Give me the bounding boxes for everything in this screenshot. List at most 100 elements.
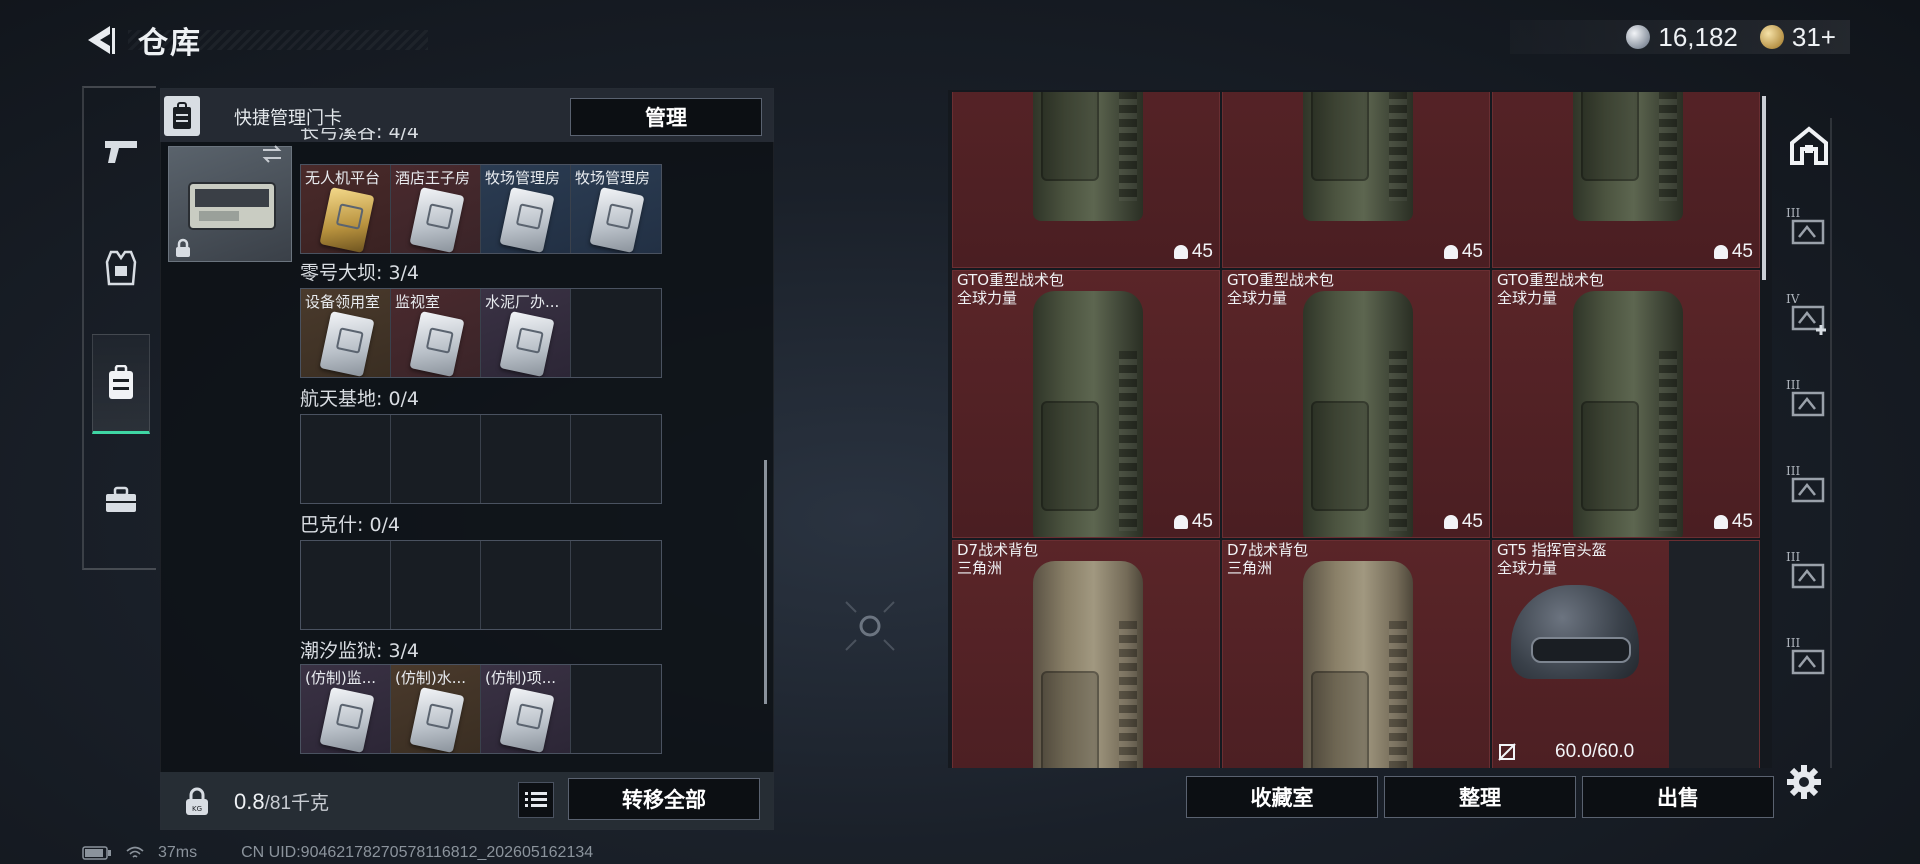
manage-button[interactable]: 管理 <box>570 98 762 136</box>
container-tier-icon <box>1791 649 1825 675</box>
gold-amount: 31+ <box>1791 21 1836 52</box>
nav-tools[interactable] <box>92 450 150 550</box>
keycard-slot[interactable]: 水泥厂办... <box>481 289 571 377</box>
empty-keycard-slot[interactable] <box>571 665 661 753</box>
item-name-line1: GTO重型战术包 <box>957 271 1065 289</box>
keycard-slot[interactable]: (仿制)项... <box>481 665 571 753</box>
container-slot[interactable]: III <box>1786 206 1832 256</box>
container-slot[interactable]: III <box>1786 636 1832 686</box>
backpack-item[interactable]: D7战术背包 三角洲 <box>1222 540 1490 768</box>
weight-value: 0.8 <box>234 789 265 814</box>
capacity-icon <box>1443 515 1458 529</box>
keycard-slot-row <box>300 414 662 504</box>
empty-keycard-slot[interactable] <box>301 541 391 629</box>
capacity-icon <box>1173 515 1188 529</box>
collection-room-button[interactable]: 收藏室 <box>1186 776 1378 818</box>
gold-currency[interactable]: 31+ <box>1759 21 1836 53</box>
swap-icon[interactable] <box>260 142 284 166</box>
keycard-slot[interactable]: 酒店王子房 <box>391 165 481 253</box>
container-slot[interactable]: IV <box>1786 292 1832 342</box>
empty-keycard-slot[interactable] <box>571 541 661 629</box>
container-sidebar: III IV III III III III <box>1772 118 1832 768</box>
capacity-value: 45 <box>1461 241 1483 262</box>
keycard-slot[interactable]: 牧场管理房 <box>571 165 661 253</box>
nav-keycards[interactable] <box>92 334 150 434</box>
backpack-item[interactable]: 45 <box>1222 92 1490 268</box>
container-slot[interactable] <box>1786 122 1832 170</box>
item-capacity: 45 <box>1443 511 1483 533</box>
empty-keycard-slot[interactable] <box>571 415 661 503</box>
item-name: GTO重型战术包 全球力量 <box>1497 271 1604 307</box>
keycard-name: 无人机平台 <box>305 169 381 187</box>
stash-grid: 45 45 45 GTO重型战术包 全球力量 45 GTO重型战术包 全球力量 45 GTO重型战… <box>952 92 1762 768</box>
container-tier-icon <box>1791 477 1825 503</box>
keycard-slot[interactable]: (仿制)监... <box>301 665 391 753</box>
armor-vest-icon <box>105 250 137 286</box>
empty-keycard-slot[interactable] <box>481 541 571 629</box>
keycard-image <box>499 311 555 377</box>
back-button[interactable] <box>80 20 120 60</box>
keycard-slot[interactable]: 牧场管理房 <box>481 165 571 253</box>
durability-icon <box>1498 743 1516 761</box>
panel-title: 快捷管理门卡 <box>234 108 342 129</box>
item-capacity: 45 <box>1713 511 1753 533</box>
list-view-button[interactable] <box>518 782 554 818</box>
section-label: 潮汐监狱: 3/4 <box>300 640 420 662</box>
item-name-line1: GTO重型战术包 <box>1497 271 1605 289</box>
capacity-value: 45 <box>1731 511 1753 532</box>
item-name: GTO重型战术包 全球力量 <box>957 271 1064 307</box>
silver-currency[interactable]: 16,182 <box>1626 22 1738 53</box>
capacity-value: 45 <box>1461 511 1483 532</box>
backpack-item[interactable]: D7战术背包 三角洲 <box>952 540 1220 768</box>
empty-keycard-slot[interactable] <box>391 415 481 503</box>
keycard-slot[interactable]: 设备领用室 <box>301 289 391 377</box>
keycard-slot[interactable]: 无人机平台 <box>301 165 391 253</box>
stash-scrollbar[interactable] <box>1762 96 1766 280</box>
keycard-slot[interactable]: 监视室 <box>391 289 481 377</box>
transfer-all-button[interactable]: 转移全部 <box>568 778 760 820</box>
empty-keycard-slot[interactable] <box>391 541 481 629</box>
item-name-line1: D7战术背包 <box>1227 541 1309 559</box>
tier-label: IV <box>1786 292 1800 306</box>
empty-keycard-slot[interactable] <box>481 415 571 503</box>
nav-weapons[interactable] <box>92 102 150 202</box>
ping-text: 37ms <box>158 844 198 861</box>
item-faction: 全球力量 <box>957 289 1018 307</box>
container-slot[interactable]: III <box>1786 550 1832 600</box>
item-faction: 三角洲 <box>957 559 1003 577</box>
backpack-item[interactable]: 45 <box>1492 92 1760 268</box>
backpack-item[interactable]: GTO重型战术包 全球力量 45 <box>952 270 1220 538</box>
keycard-slot-row: 无人机平台 酒店王子房 牧场管理房 牧场管理房 <box>300 164 662 254</box>
container-slot[interactable]: III <box>1786 464 1832 514</box>
keycard-image <box>499 687 555 753</box>
keycard-image <box>319 687 375 753</box>
svg-text:KG: KG <box>192 805 202 813</box>
helmet-item[interactable]: 60.0/60.0DAR突击手胸挂全球力量GT5 指挥官头盔全球力量 <box>1492 540 1760 768</box>
sell-button[interactable]: 出售 <box>1582 776 1774 818</box>
nav-armor[interactable] <box>92 218 150 318</box>
settings-gear-icon[interactable] <box>1784 762 1824 802</box>
backpack-image <box>1303 561 1413 768</box>
backpack-image <box>1303 291 1413 537</box>
item-capacity: 45 <box>1173 241 1213 263</box>
tier-label: III <box>1786 378 1801 392</box>
backpack-item[interactable]: 45 <box>952 92 1220 268</box>
backpack-image <box>1573 92 1683 221</box>
keycard-slot[interactable]: (仿制)水... <box>391 665 481 753</box>
empty-keycard-slot[interactable] <box>301 415 391 503</box>
organize-button[interactable]: 整理 <box>1384 776 1576 818</box>
item-faction: 三角洲 <box>1227 559 1273 577</box>
keycard-scrollbar[interactable] <box>764 460 767 704</box>
keycard-name: (仿制)水... <box>395 669 467 687</box>
keycard-name: 监视室 <box>395 293 441 311</box>
capacity-value: 45 <box>1191 511 1213 532</box>
backpack-item[interactable]: GTO重型战术包 全球力量 45 <box>1222 270 1490 538</box>
gold-coin-icon <box>1759 25 1784 49</box>
weight-readout: 0.8/81千克 <box>234 788 329 815</box>
container-slot[interactable]: III <box>1786 378 1832 428</box>
backpack-item[interactable]: GTO重型战术包 全球力量 45 <box>1492 270 1760 538</box>
capacity-icon <box>1713 515 1728 529</box>
empty-keycard-slot[interactable] <box>571 289 661 377</box>
pistol-icon <box>105 141 137 163</box>
section-label: 长弓溪谷: 4/4 <box>300 128 420 143</box>
